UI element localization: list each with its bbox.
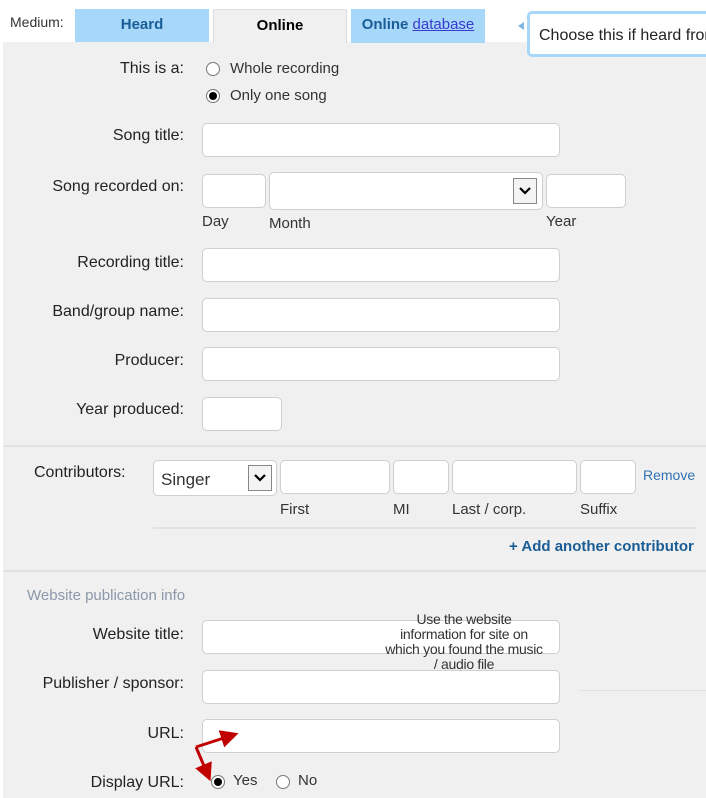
contributor-role-value: Singer: [161, 470, 211, 489]
recorded-month-select[interactable]: [269, 172, 543, 210]
url-input[interactable]: [202, 719, 560, 753]
arrow-to-display-yes: [194, 746, 212, 782]
section-divider: [3, 445, 706, 447]
day-sublabel: Day: [202, 213, 229, 230]
radio-only-one-song-label[interactable]: Only one song: [230, 87, 327, 104]
tab-tooltip: Choose this if heard from: [527, 11, 706, 57]
tab-online-database-label: Online: [361, 16, 409, 33]
radio-display-url-no-label[interactable]: No: [298, 772, 317, 789]
annotation-text: Use the website information for site on …: [385, 611, 543, 672]
tab-online[interactable]: Online: [213, 9, 347, 43]
contributor-divider: [153, 527, 696, 529]
tab-heard[interactable]: Heard: [75, 9, 209, 43]
radio-whole-recording[interactable]: [206, 62, 220, 76]
song-recorded-on-label: Song recorded on:: [52, 178, 184, 195]
radio-only-one-song[interactable]: [206, 89, 220, 103]
song-title-label: Song title:: [112, 127, 184, 144]
arrow-to-url: [195, 730, 239, 749]
suffix-sublabel: Suffix: [580, 501, 618, 518]
chevron-down-icon: [519, 187, 531, 195]
year-sublabel: Year: [546, 213, 577, 230]
recording-title-label: Recording title:: [77, 254, 184, 271]
chevron-down-icon: [254, 474, 266, 482]
remove-contributor-link[interactable]: Remove: [643, 467, 695, 483]
database-link[interactable]: database: [413, 16, 475, 33]
first-sublabel: First: [280, 501, 310, 518]
display-url-label: Display URL:: [90, 774, 184, 791]
band-group-name-input[interactable]: [202, 298, 560, 332]
month-dropdown-button[interactable]: [513, 178, 537, 204]
producer-label: Producer:: [114, 352, 184, 369]
url-label: URL:: [147, 725, 184, 742]
recording-title-input[interactable]: [202, 248, 560, 282]
website-section-heading: Website publication info: [27, 587, 186, 604]
mi-sublabel: MI: [393, 501, 410, 518]
tab-online-database[interactable]: Online database: [351, 9, 485, 43]
radio-whole-recording-label[interactable]: Whole recording: [230, 60, 339, 77]
contributors-label: Contributors:: [34, 464, 126, 481]
year-produced-label: Year produced:: [76, 401, 184, 418]
band-group-name-label: Band/group name:: [52, 303, 184, 320]
tooltip-pointer-icon: [518, 22, 524, 30]
add-contributor-link[interactable]: + Add another contributor: [509, 538, 694, 555]
last-sublabel: Last / corp.: [452, 501, 527, 518]
contributor-mi-input[interactable]: [393, 460, 449, 494]
tab-online-label: Online: [256, 17, 304, 34]
recorded-day-input[interactable]: [202, 174, 266, 208]
contributor-last-input[interactable]: [452, 460, 577, 494]
recorded-year-input[interactable]: [546, 174, 626, 208]
song-title-input[interactable]: [202, 123, 560, 157]
red-arrows-icon: [194, 730, 239, 782]
website-title-label: Website title:: [92, 626, 184, 643]
year-produced-input[interactable]: [202, 397, 282, 431]
producer-input[interactable]: [202, 347, 560, 381]
tab-heard-label: Heard: [120, 16, 164, 33]
contributor-role-select[interactable]: Singer: [153, 460, 277, 496]
month-sublabel: Month: [269, 215, 311, 232]
role-dropdown-button[interactable]: [248, 465, 272, 491]
medium-label: Medium:: [10, 14, 64, 30]
radio-display-url-no[interactable]: [276, 775, 290, 789]
publisher-input[interactable]: [202, 670, 560, 704]
publisher-divider: [578, 690, 706, 691]
section-divider: [3, 570, 706, 572]
publisher-label: Publisher / sponsor:: [42, 675, 184, 692]
contributor-suffix-input[interactable]: [580, 460, 636, 494]
this-is-a-label: This is a:: [119, 60, 184, 77]
contributor-first-input[interactable]: [280, 460, 390, 494]
